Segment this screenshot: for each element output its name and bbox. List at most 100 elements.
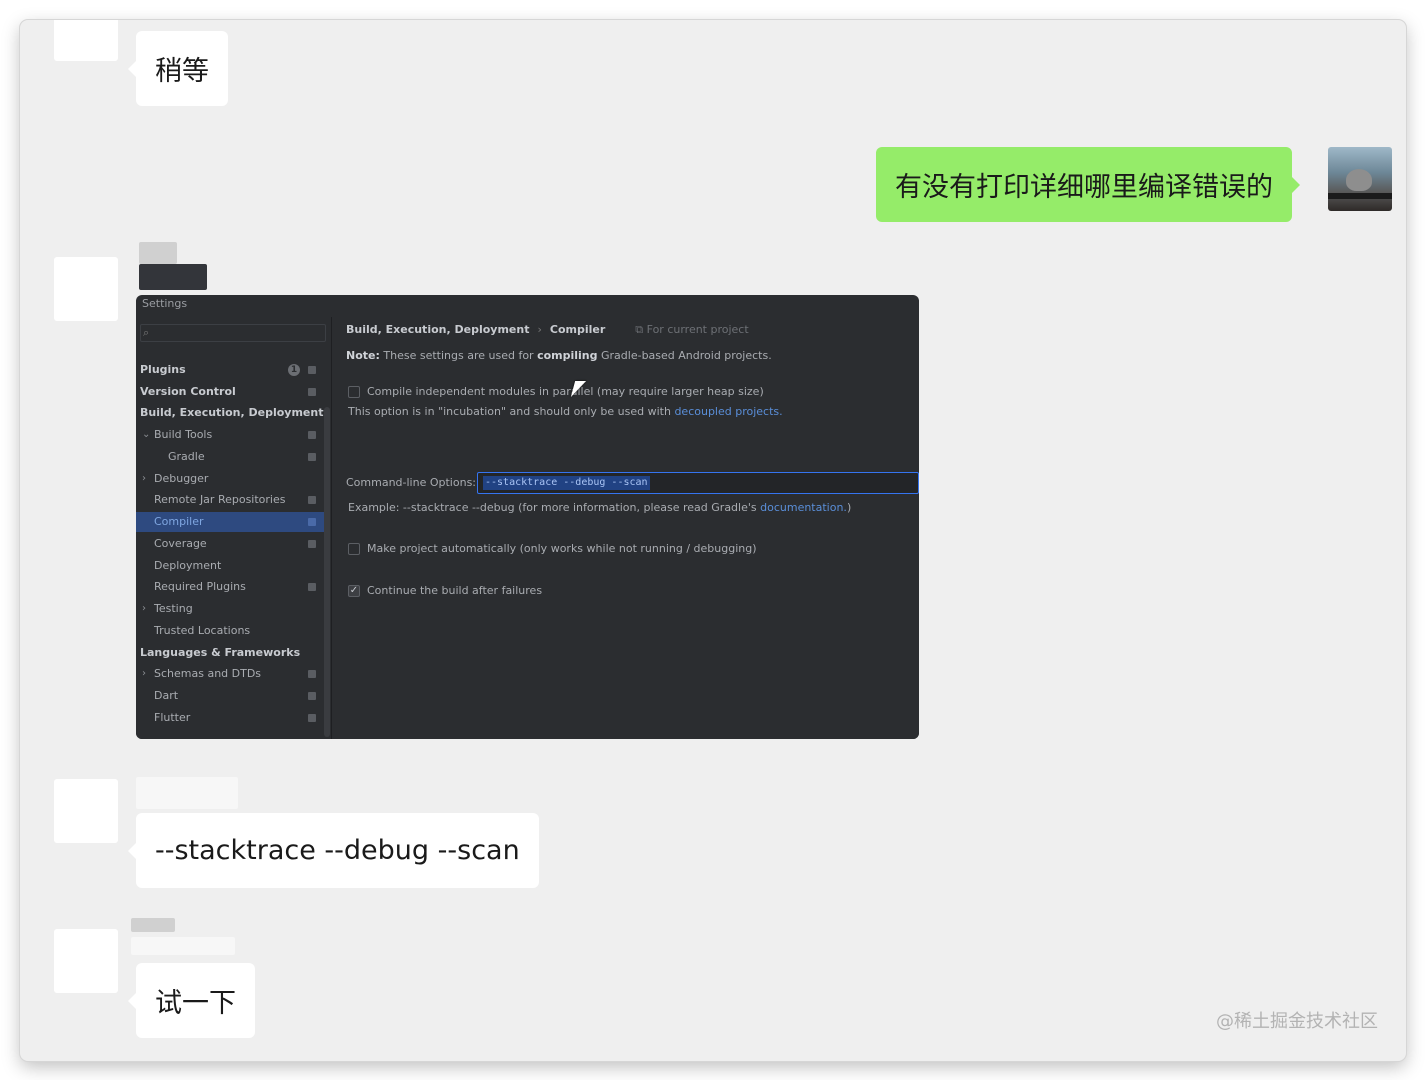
message-bubble[interactable]: 试一下 — [128, 963, 255, 1038]
breadcrumb-separator: › — [537, 323, 542, 336]
settings-icon — [308, 496, 316, 504]
note-label: Note: — [346, 349, 380, 362]
sidebar-item-label: Languages & Frameworks — [140, 646, 301, 659]
settings-icon — [308, 670, 316, 678]
sidebar-item-schemas-dtds[interactable]: › Schemas and DTDs — [136, 664, 324, 684]
settings-icon — [308, 388, 316, 396]
message-text: --stacktrace --debug --scan — [155, 835, 520, 866]
my-avatar[interactable] — [1328, 147, 1392, 211]
sidebar-item-label: Gradle — [168, 450, 205, 463]
example-text: Example: --stacktrace --debug (for more … — [348, 501, 757, 514]
message-bubble[interactable]: --stacktrace --debug --scan — [128, 813, 539, 888]
contact-avatar[interactable] — [54, 779, 118, 843]
make-auto-label: Make project automatically (only works w… — [367, 542, 757, 555]
settings-icon — [308, 583, 316, 591]
continue-build-label: Continue the build after failures — [367, 584, 543, 597]
ide-window-title: Settings — [142, 297, 188, 310]
cmdline-label: Command-line Options: — [346, 476, 477, 489]
sender-name-blurred — [136, 777, 238, 809]
sender-name-blurred — [139, 242, 177, 264]
sidebar-item-dart[interactable]: Dart — [136, 686, 324, 706]
sidebar-item-build-tools[interactable]: ⌄ Build Tools — [136, 425, 324, 445]
contact-avatar[interactable] — [54, 929, 118, 993]
cmdline-example: Example: --stacktrace --debug (for more … — [348, 501, 851, 514]
sidebar-item-label: Compiler — [154, 515, 204, 528]
settings-icon — [308, 692, 316, 700]
sidebar-item-gradle[interactable]: Gradle — [136, 447, 324, 467]
sidebar-item-coverage[interactable]: Coverage — [136, 534, 324, 554]
incubation-text: This option is in "incubation" and shoul… — [348, 405, 671, 418]
sidebar-item-label: Version Control — [140, 385, 236, 398]
my-message-bubble[interactable]: 有没有打印详细哪里编译错误的 — [876, 147, 1300, 222]
sidebar-scrollbar[interactable] — [324, 407, 330, 737]
note-text: Note: These settings are used for compil… — [346, 349, 772, 362]
sidebar-item-remote-jar-repositories[interactable]: Remote Jar Repositories — [136, 490, 324, 510]
note-post: Gradle-based Android projects. — [601, 349, 772, 362]
sidebar-item-label: Dart — [154, 689, 179, 702]
sidebar-item-label: Remote Jar Repositories — [154, 493, 286, 506]
note-pre: These settings are used for — [383, 349, 534, 362]
note-bold: compiling — [537, 349, 598, 362]
make-auto-checkbox[interactable] — [348, 543, 360, 555]
settings-icon — [308, 366, 316, 374]
sidebar-item-label: Flutter — [154, 711, 191, 724]
breadcrumb: Build, Execution, Deployment › Compiler ⧉ F… — [346, 323, 749, 337]
sidebar-item-debugger[interactable]: › Debugger — [136, 469, 324, 489]
update-count-badge: 1 — [288, 364, 300, 376]
sidebar-item-compiler[interactable]: Compiler — [136, 512, 324, 532]
breadcrumb-parent[interactable]: Build, Execution, Deployment — [346, 323, 529, 336]
screenshot-image[interactable]: Settings ⌕ Plugins 1 Version Control Bui… — [136, 295, 919, 739]
continue-build-checkbox[interactable]: ✓ — [348, 585, 360, 597]
chevron-down-icon: ⌄ — [142, 429, 151, 440]
sidebar-item-testing[interactable]: › Testing — [136, 599, 324, 619]
cmdline-options-input[interactable]: --stacktrace --debug --scan — [477, 472, 919, 494]
settings-sidebar: ⌕ Plugins 1 Version Control Build, Execu… — [136, 317, 332, 739]
message-text: 稍等 — [155, 56, 209, 87]
sender-name-blurred — [131, 937, 235, 955]
sidebar-item-label: Schemas and DTDs — [154, 667, 262, 680]
compile-parallel-checkbox[interactable] — [348, 386, 360, 398]
breadcrumb-current: Compiler — [549, 323, 606, 336]
sidebar-item-label: Build, Execution, Deployment — [140, 406, 324, 419]
message-text: 试一下 — [155, 988, 236, 1019]
chat-window: 稍等 有没有打印详细哪里编译错误的 Settings ⌕ Plugins 1 V… — [20, 20, 1406, 1061]
sidebar-item-languages-frameworks[interactable]: Languages & Frameworks — [136, 643, 324, 663]
sidebar-item-flutter[interactable]: Flutter — [136, 708, 324, 728]
cmdline-selected-text: --stacktrace --debug --scan — [483, 476, 650, 490]
chevron-right-icon: › — [142, 603, 146, 614]
sidebar-item-label: Testing — [154, 602, 193, 615]
sidebar-item-label: Required Plugins — [154, 580, 246, 593]
message-bubble[interactable]: 稍等 — [128, 31, 228, 106]
sidebar-item-label: Trusted Locations — [154, 624, 251, 637]
settings-search-input[interactable]: ⌕ — [140, 324, 326, 342]
scope-label: ⧉ For current project — [635, 323, 749, 336]
sidebar-item-label: Build Tools — [154, 428, 213, 441]
sidebar-item-label: Debugger — [154, 472, 209, 485]
decoupled-projects-link[interactable]: decoupled projects. — [674, 405, 782, 418]
sidebar-item-label: Deployment — [154, 559, 222, 572]
avatar-desk — [1328, 193, 1392, 199]
settings-icon — [308, 518, 316, 526]
sidebar-item-plugins[interactable]: Plugins 1 — [136, 360, 324, 380]
chevron-right-icon: › — [142, 668, 146, 679]
contact-avatar[interactable] — [54, 257, 118, 321]
sidebar-item-deployment[interactable]: Deployment — [136, 556, 324, 576]
documentation-link[interactable]: documentation. — [760, 501, 847, 514]
incubation-note: This option is in "incubation" and shoul… — [348, 405, 783, 418]
contact-avatar[interactable] — [54, 20, 118, 61]
watermark: @稀土掘金技术社区 — [1216, 1011, 1378, 1032]
message-text: 有没有打印详细哪里编译错误的 — [895, 172, 1273, 203]
settings-icon — [308, 540, 316, 548]
settings-icon — [308, 714, 316, 722]
sidebar-item-label: Coverage — [154, 537, 207, 550]
settings-icon — [308, 431, 316, 439]
compiler-settings-panel: Build, Execution, Deployment › Compiler ⧉ F… — [333, 317, 919, 739]
sidebar-item-required-plugins[interactable]: Required Plugins — [136, 577, 324, 597]
sidebar-item-trusted-locations[interactable]: Trusted Locations — [136, 621, 324, 641]
sender-name-blurred — [139, 264, 207, 290]
sender-name-blurred — [131, 918, 175, 932]
example-close: ) — [846, 501, 852, 514]
sidebar-item-version-control[interactable]: Version Control — [136, 382, 324, 402]
sidebar-item-build-execution-deployment[interactable]: Build, Execution, Deployment — [136, 403, 324, 423]
compile-parallel-label: Compile independent modules in parallel … — [367, 385, 764, 398]
